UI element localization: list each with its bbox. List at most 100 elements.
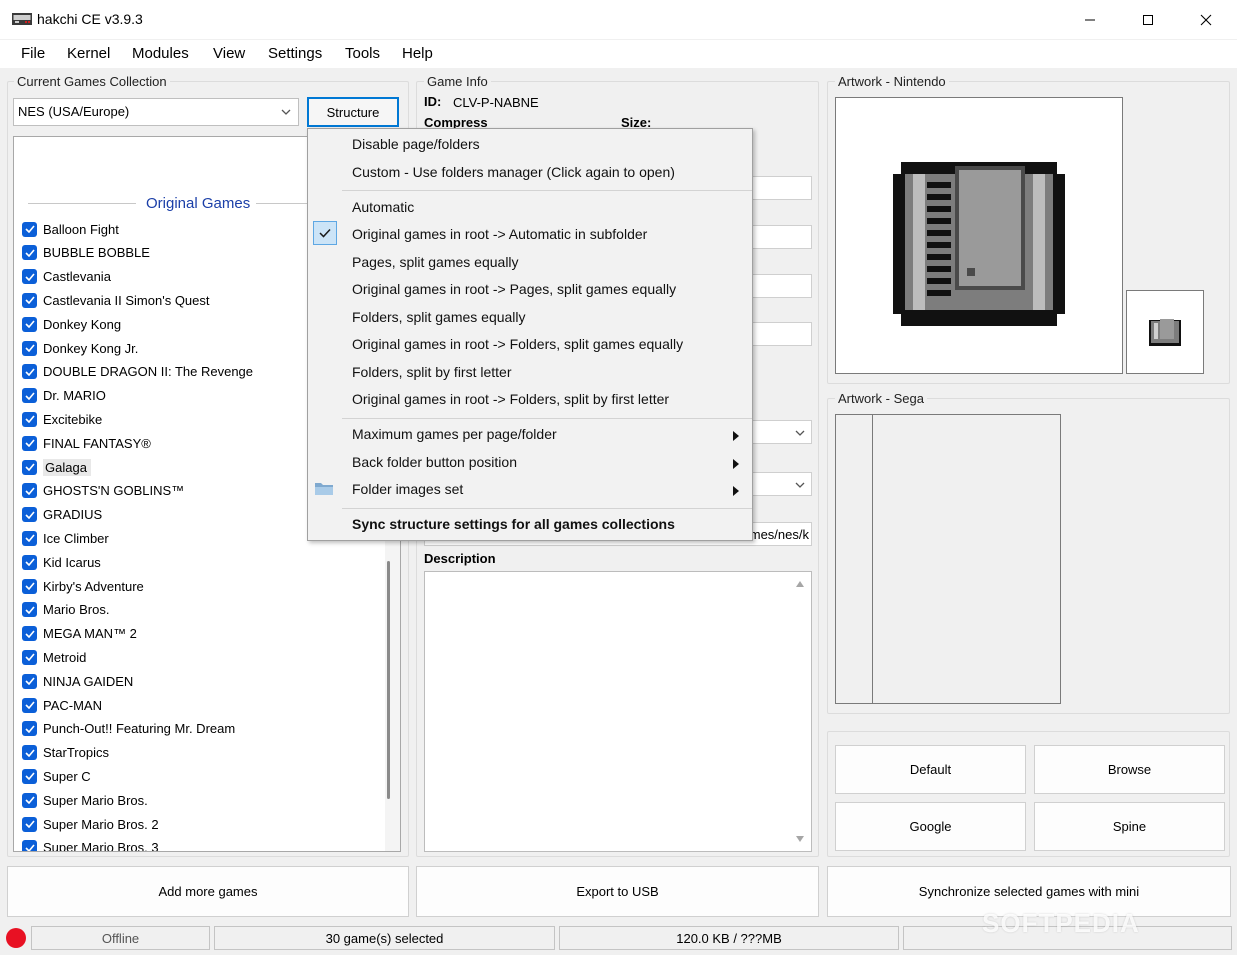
game-checkbox[interactable] (22, 768, 37, 784)
game-checkbox[interactable] (22, 411, 37, 427)
game-list-item[interactable]: Super Mario Bros. 3 (22, 838, 159, 851)
minimize-button[interactable] (1061, 0, 1119, 40)
menu-original-root-pages-split-equally[interactable]: Original games in root -> Pages, split g… (352, 281, 676, 297)
game-list-item[interactable]: Donkey Kong Jr. (22, 338, 138, 358)
structure-button[interactable]: Structure (307, 97, 399, 127)
games-list-scroll-thumb[interactable] (387, 561, 390, 799)
menu-max-games-per-page[interactable]: Maximum games per page/folder (352, 426, 557, 442)
game-list-item[interactable]: FINAL FANTASY® (22, 433, 151, 453)
game-list-item[interactable]: Excitebike (22, 409, 102, 429)
game-checkbox[interactable] (22, 364, 37, 380)
game-list-item[interactable]: Mario Bros. (22, 600, 109, 620)
menu-help[interactable]: Help (400, 45, 435, 62)
scroll-up-icon[interactable] (795, 580, 805, 588)
game-checkbox[interactable] (22, 673, 37, 689)
game-checkbox[interactable] (22, 459, 37, 475)
menu-modules[interactable]: Modules (130, 45, 191, 62)
game-list-item[interactable]: Donkey Kong (22, 314, 121, 334)
menu-original-root-automatic-subfolder[interactable]: Original games in root -> Automatic in s… (352, 226, 647, 242)
game-name-field[interactable] (752, 176, 812, 200)
game-list-item[interactable]: Galaga (22, 457, 91, 477)
menu-view[interactable]: View (211, 45, 247, 62)
game-checkbox[interactable] (22, 721, 37, 737)
export-to-usb-button[interactable]: Export to USB (416, 866, 819, 917)
nintendo-artwork-image[interactable] (835, 97, 1123, 374)
menu-original-root-folders-first-letter[interactable]: Original games in root -> Folders, split… (352, 391, 669, 407)
collection-select[interactable]: NES (USA/Europe) (13, 98, 299, 126)
game-checkbox[interactable] (22, 483, 37, 499)
menu-pages-split-equally[interactable]: Pages, split games equally (352, 254, 519, 270)
game-list-item[interactable]: DOUBLE DRAGON II: The Revenge (22, 362, 253, 382)
game-list-item[interactable]: Dr. MARIO (22, 386, 106, 406)
game-checkbox[interactable] (22, 269, 37, 285)
game-checkbox[interactable] (22, 292, 37, 308)
game-list-item[interactable]: PAC-MAN (22, 695, 102, 715)
menu-kernel[interactable]: Kernel (65, 45, 112, 62)
default-button[interactable]: Default (835, 745, 1026, 794)
game-checkbox[interactable] (22, 316, 37, 332)
close-button[interactable] (1177, 0, 1235, 40)
game-checkbox[interactable] (22, 530, 37, 546)
sort-name-field[interactable] (752, 225, 812, 249)
game-list-item[interactable]: Kid Icarus (22, 552, 101, 572)
game-list-item[interactable]: Super Mario Bros. 2 (22, 814, 159, 834)
release-date-field[interactable] (752, 322, 812, 346)
publisher-field[interactable] (752, 274, 812, 298)
game-checkbox[interactable] (22, 340, 37, 356)
menu-sync-structure-all-collections[interactable]: Sync structure settings for all games co… (352, 516, 675, 532)
game-checkbox[interactable] (22, 649, 37, 665)
menu-settings[interactable]: Settings (266, 45, 324, 62)
menu-tools[interactable]: Tools (343, 45, 382, 62)
menu-folder-images-set[interactable]: Folder images set (352, 481, 463, 497)
game-checkbox[interactable] (22, 697, 37, 713)
menu-automatic[interactable]: Automatic (352, 199, 414, 215)
game-list-item[interactable]: Punch-Out!! Featuring Mr. Dream (22, 719, 235, 739)
checkmark-icon (24, 582, 35, 590)
game-checkbox[interactable] (22, 435, 37, 451)
game-list-item[interactable]: Balloon Fight (22, 219, 119, 239)
game-list-item[interactable]: MEGA MAN™ 2 (22, 624, 137, 644)
game-checkbox[interactable] (22, 578, 37, 594)
menu-folders-split-first-letter[interactable]: Folders, split by first letter (352, 364, 512, 380)
menu-custom-folders-manager[interactable]: Custom - Use folders manager (Click agai… (352, 164, 675, 180)
game-list-item[interactable]: BUBBLE BOBBLE (22, 243, 150, 263)
game-checkbox[interactable] (22, 840, 37, 851)
maximize-button[interactable] (1119, 0, 1177, 40)
description-textarea[interactable] (424, 571, 812, 852)
genre-select[interactable] (752, 472, 812, 496)
game-checkbox[interactable] (22, 507, 37, 523)
game-list-item[interactable]: Ice Climber (22, 528, 109, 548)
game-list-item[interactable]: Castlevania (22, 267, 111, 287)
game-list-item[interactable]: GRADIUS (22, 505, 102, 525)
sega-artwork-image[interactable] (835, 414, 1061, 704)
game-checkbox[interactable] (22, 245, 37, 261)
add-more-games-button[interactable]: Add more games (7, 866, 409, 917)
game-checkbox[interactable] (22, 388, 37, 404)
game-list-item[interactable]: Super C (22, 766, 91, 786)
menu-folders-split-equally[interactable]: Folders, split games equally (352, 309, 526, 325)
menu-disable-page-folders[interactable]: Disable page/folders (352, 136, 480, 152)
google-button[interactable]: Google (835, 802, 1026, 851)
menu-back-folder-button-position[interactable]: Back folder button position (352, 454, 517, 470)
browse-button[interactable]: Browse (1034, 745, 1225, 794)
game-checkbox[interactable] (22, 816, 37, 832)
game-list-item[interactable]: Kirby's Adventure (22, 576, 144, 596)
scroll-down-icon[interactable] (795, 835, 805, 843)
game-list-item[interactable]: NINJA GAIDEN (22, 671, 133, 691)
game-checkbox[interactable] (22, 792, 37, 808)
game-list-item[interactable]: GHOSTS'N GOBLINS™ (22, 481, 184, 501)
game-checkbox[interactable] (22, 626, 37, 642)
game-list-item[interactable]: Super Mario Bros. (22, 790, 148, 810)
game-checkbox[interactable] (22, 745, 37, 761)
game-checkbox[interactable] (22, 221, 37, 237)
game-list-item[interactable]: Castlevania II Simon's Quest (22, 290, 210, 310)
menu-original-root-folders-split-equally[interactable]: Original games in root -> Folders, split… (352, 336, 683, 352)
game-list-item[interactable]: StarTropics (22, 743, 109, 763)
spine-button[interactable]: Spine (1034, 802, 1225, 851)
nintendo-artwork-thumbnail[interactable] (1126, 290, 1204, 374)
game-checkbox[interactable] (22, 554, 37, 570)
game-checkbox[interactable] (22, 602, 37, 618)
game-list-item[interactable]: Metroid (22, 647, 86, 667)
menu-file[interactable]: File (19, 45, 47, 62)
players-select[interactable] (752, 420, 812, 444)
